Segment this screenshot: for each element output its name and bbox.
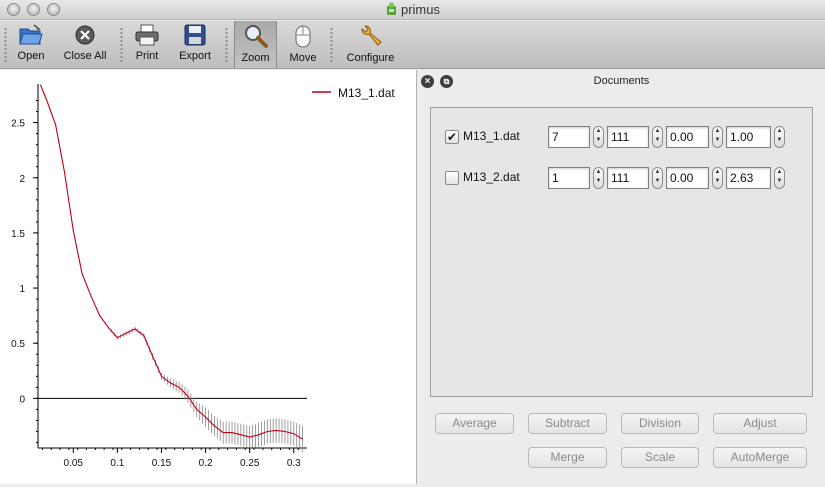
close-circle-icon: [75, 25, 95, 45]
division-button[interactable]: Division: [621, 413, 699, 434]
move-label: Move: [289, 52, 317, 64]
scale-button[interactable]: Scale: [621, 447, 699, 468]
subtract-button[interactable]: Subtract: [528, 413, 607, 434]
automerge-button[interactable]: AutoMerge: [713, 447, 807, 468]
y-tick-label: 0.5: [11, 339, 25, 350]
offset-field[interactable]: 0.00: [666, 167, 709, 189]
y-tick-label: 2: [19, 174, 25, 185]
y-tick-label: 1.5: [11, 229, 25, 240]
x-tick-label: 0.1: [110, 458, 124, 469]
last-point-field[interactable]: 111: [607, 126, 649, 148]
x-tick-label: 0.2: [199, 458, 213, 469]
export-button[interactable]: Export: [175, 21, 215, 68]
document-checkbox[interactable]: ✔: [445, 130, 459, 144]
print-label: Print: [135, 50, 159, 62]
adjust-button[interactable]: Adjust: [713, 413, 807, 434]
document-row: ✔ M13_1.dat 7 ▲ ▼ 111 ▲ ▼ 0.00 ▲ ▼ 1.00 ▲ ▼: [431, 125, 814, 149]
average-button[interactable]: Average: [435, 413, 514, 434]
series-line-m13-1: [40, 84, 303, 440]
zoom-label: Zoom: [241, 52, 270, 64]
toolbar-separator: [330, 27, 333, 63]
x-tick-label: 0.3: [287, 458, 301, 469]
close-all-button[interactable]: Close All: [60, 21, 110, 68]
legend-label: M13_1.dat: [338, 86, 395, 100]
toolbar-separator: [120, 27, 123, 63]
y-tick-label: 0: [19, 394, 25, 405]
last-point-field[interactable]: 111: [607, 167, 649, 189]
toolbar-separator: [225, 27, 228, 63]
printer-icon: [135, 24, 159, 46]
zoom-tool-button[interactable]: Zoom: [234, 21, 277, 68]
configure-label: Configure: [346, 52, 395, 64]
document-name: M13_2.dat: [463, 170, 520, 184]
y-tick-label: 2.5: [11, 119, 25, 130]
first-point-field[interactable]: 7: [548, 126, 590, 148]
documents-list: ✔ M13_1.dat 7 ▲ ▼ 111 ▲ ▼ 0.00 ▲ ▼ 1.00 ▲ ▼ …: [430, 107, 813, 397]
scale-field[interactable]: 1.00: [726, 126, 771, 148]
close-all-label: Close All: [63, 50, 107, 62]
merge-button[interactable]: Merge: [528, 447, 607, 468]
first-point-stepper[interactable]: ▲ ▼: [593, 126, 604, 148]
open-button[interactable]: Open: [12, 21, 50, 68]
toolbar: Open Close All Print Export Zoom Move Co…: [0, 21, 825, 69]
first-point-field[interactable]: 1: [548, 167, 590, 189]
document-name: M13_1.dat: [463, 129, 520, 143]
x-tick-label: 0.25: [240, 458, 260, 469]
scale-stepper[interactable]: ▲ ▼: [774, 126, 785, 148]
magnifier-icon: [244, 25, 268, 48]
plot-axes: 2.5 2 1.5 1 0.5 0 0.05 0.1 0.15 0.2 0.25 0.3: [11, 84, 307, 469]
open-folder-icon: [19, 24, 43, 45]
first-point-stepper[interactable]: ▲ ▼: [593, 167, 604, 189]
last-point-stepper[interactable]: ▲ ▼: [652, 126, 663, 148]
last-point-stepper[interactable]: ▲ ▼: [652, 167, 663, 189]
offset-field[interactable]: 0.00: [666, 126, 709, 148]
title-bar: primus: [0, 0, 825, 20]
open-label: Open: [17, 50, 45, 62]
offset-stepper[interactable]: ▲ ▼: [712, 126, 723, 148]
mouse-icon: [295, 25, 311, 48]
wrench-icon: [361, 25, 382, 46]
plot-area[interactable]: 2.5 2 1.5 1 0.5 0 0.05 0.1 0.15 0.2 0.25 0.3 M13_1.…: [0, 70, 416, 484]
scale-stepper[interactable]: ▲ ▼: [774, 167, 785, 189]
x-tick-label: 0.15: [152, 458, 172, 469]
x-tick-label: 0.05: [64, 458, 84, 469]
save-disk-icon: [184, 24, 206, 46]
documents-dock: × ⧉ Documents ✔ M13_1.dat 7 ▲ ▼ 111 ▲ ▼ 0.…: [416, 70, 825, 484]
print-button[interactable]: Print: [130, 21, 164, 68]
document-checkbox[interactable]: [445, 171, 459, 185]
saxs-plot[interactable]: 2.5 2 1.5 1 0.5 0 0.05 0.1 0.15 0.2 0.25 0.3 M13_1.…: [0, 70, 416, 484]
move-tool-button[interactable]: Move: [284, 21, 322, 68]
window-title: primus: [400, 2, 440, 17]
y-tick-label: 1: [19, 284, 25, 295]
export-label: Export: [179, 50, 211, 62]
legend: M13_1.dat: [312, 86, 395, 100]
window-title-wrap: primus: [0, 2, 825, 17]
toolbar-separator: [4, 27, 7, 63]
document-row: M13_2.dat 1 ▲ ▼ 111 ▲ ▼ 0.00 ▲ ▼ 2.63 ▲ ▼: [431, 166, 814, 190]
documents-title: Documents: [593, 75, 650, 87]
scale-field[interactable]: 2.63: [726, 167, 771, 189]
offset-stepper[interactable]: ▲ ▼: [712, 167, 723, 189]
configure-button[interactable]: Configure: [343, 21, 398, 68]
error-bars: [40, 84, 303, 453]
app-icon: [385, 2, 398, 16]
